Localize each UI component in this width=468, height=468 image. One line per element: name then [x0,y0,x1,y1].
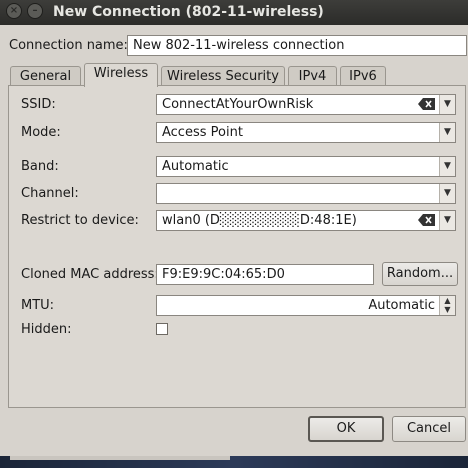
spin-arrows-icon[interactable]: ▲ ▼ [439,296,455,315]
cloned-mac-input[interactable]: F9:E9:9C:04:65:D0 [156,264,374,285]
mode-label: Mode: [21,125,61,140]
tab-ipv6[interactable]: IPv6 [340,66,386,86]
chevron-down-icon: ▼ [439,157,455,176]
ssid-label: SSID: [21,97,56,112]
chevron-down-icon: ▼ [439,123,455,142]
restrict-device-label: Restrict to device: [21,213,139,228]
mtu-spinbox[interactable]: Automatic ▲ ▼ [156,295,456,316]
tab-wireless-security[interactable]: Wireless Security [161,66,285,86]
ok-button[interactable]: OK [308,416,384,442]
tab-ipv4[interactable]: IPv4 [288,66,337,86]
wireless-panel: SSID: ConnectAtYourOwnRisk ▼ Mode: Acces… [8,85,466,408]
window-edge [10,456,230,460]
mode-value: Access Point [162,125,243,140]
tab-general[interactable]: General [10,66,81,86]
chevron-down-icon[interactable]: ▼ [439,95,455,114]
mtu-label: MTU: [21,298,55,313]
clear-icon[interactable] [418,214,435,226]
desktop-background [0,456,468,468]
cloned-mac-label: Cloned MAC address: [21,267,159,282]
cloned-mac-value: F9:E9:9C:04:65:D0 [162,267,285,282]
band-value: Automatic [162,159,229,174]
close-icon[interactable]: × [6,3,22,19]
title-bar: × – New Connection (802-11-wireless) [0,0,468,25]
window-title: New Connection (802-11-wireless) [53,4,324,20]
restrict-device-value: wlan0 (D░░░░░░░░D:48:1E) [162,213,357,228]
chevron-down-icon: ▼ [439,184,455,203]
ssid-input[interactable]: ConnectAtYourOwnRisk ▼ [156,94,456,115]
minimize-icon[interactable]: – [27,3,43,19]
mtu-value: Automatic [368,298,435,313]
tab-wireless[interactable]: Wireless [84,63,158,87]
hidden-label: Hidden: [21,322,72,337]
hidden-checkbox[interactable] [156,323,168,335]
band-label: Band: [21,159,59,174]
ssid-value: ConnectAtYourOwnRisk [162,97,314,112]
band-select[interactable]: Automatic ▼ [156,156,456,177]
channel-label: Channel: [21,186,79,201]
dialog-body: Connection name: New 802-11-wireless con… [0,25,468,468]
random-mac-button[interactable]: Random... [382,262,458,286]
connection-name-input[interactable]: New 802-11-wireless connection [127,35,467,56]
mode-select[interactable]: Access Point ▼ [156,122,456,143]
connection-name-label: Connection name: [9,38,128,53]
chevron-down-icon[interactable]: ▼ [439,211,455,230]
restrict-device-input[interactable]: wlan0 (D░░░░░░░░D:48:1E) ▼ [156,210,456,231]
cancel-button[interactable]: Cancel [392,416,466,442]
channel-select[interactable]: ▼ [156,183,456,204]
clear-icon[interactable] [418,98,435,110]
